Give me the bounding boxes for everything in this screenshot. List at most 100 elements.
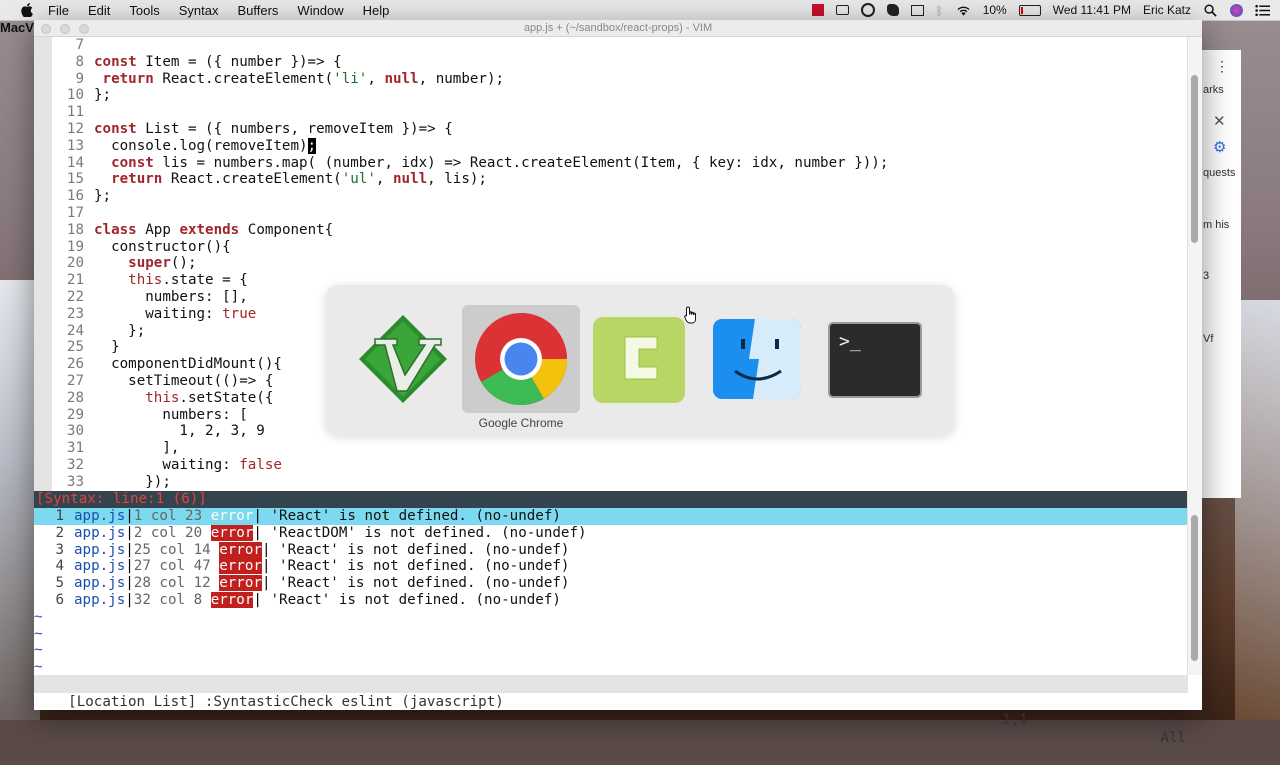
code-text: constructor(){ — [94, 238, 231, 255]
code-line[interactable]: 8 const Item = ({ number })=> { — [34, 53, 1188, 71]
code-line[interactable]: 16}; — [34, 188, 1188, 205]
line-number: 9 — [75, 70, 84, 87]
empty-line-tilde: ~ — [34, 642, 43, 659]
statusline-left: [Location List] :SyntasticCheck eslint (… — [68, 694, 504, 710]
terminal-icon: >_ — [828, 322, 922, 398]
sign-column — [34, 389, 52, 407]
terminal-prompt: >_ — [839, 331, 861, 352]
line-number: 32 — [66, 456, 84, 473]
line-number: 19 — [66, 238, 84, 255]
battery-icon[interactable] — [1018, 4, 1041, 16]
code-line[interactable]: 20 super(); — [34, 255, 1188, 273]
code-text: class App extends Component{ — [94, 221, 334, 238]
line-number: 23 — [66, 305, 84, 322]
screen-icon[interactable] — [835, 5, 849, 15]
switcher-app-chrome[interactable] — [462, 305, 580, 413]
line-number: 31 — [66, 440, 84, 457]
location-list-item[interactable]: 4 app.js|27 col 47 error| 'React' is not … — [34, 558, 1188, 575]
line-number: 14 — [66, 154, 84, 171]
scrollbar-thumb-lower[interactable] — [1191, 515, 1198, 661]
switcher-app-terminal[interactable]: >_ — [816, 305, 934, 413]
scrollbar[interactable] — [1187, 37, 1202, 675]
sign-column — [34, 154, 52, 172]
switcher-app-camtasia[interactable] — [580, 305, 698, 413]
location-list-item[interactable]: 1 app.js|1 col 23 error| 'React' is not d… — [34, 508, 1188, 525]
line-number: 18 — [66, 221, 84, 238]
sign-column — [34, 372, 52, 390]
sign-column — [34, 322, 52, 340]
clock[interactable]: Wed 11:41 PM — [1053, 3, 1131, 17]
code-line[interactable]: 18 class App extends Component{ — [34, 221, 1188, 239]
minimize-window-button[interactable] — [60, 24, 70, 34]
error-location: 27 col 47 — [133, 558, 211, 575]
zoom-window-button[interactable] — [79, 24, 89, 34]
gear-icon[interactable]: ⚙ — [1213, 138, 1251, 156]
evernote-icon[interactable] — [886, 4, 899, 16]
code-line[interactable]: 9 return React.createElement('li', null,… — [34, 70, 1188, 88]
code-line[interactable]: 15 return React.createElement('ul', null… — [34, 171, 1188, 189]
menu-window[interactable]: Window — [297, 3, 343, 18]
sign-column — [34, 272, 52, 289]
code-text: } — [94, 339, 120, 356]
location-list-item[interactable]: 5 app.js|28 col 12 error| 'React' is not … — [34, 575, 1188, 592]
line-number: 17 — [66, 204, 84, 221]
line-number: 20 — [66, 255, 84, 272]
menu-file[interactable]: File — [48, 3, 69, 18]
apple-icon[interactable] — [20, 3, 34, 17]
menu-edit[interactable]: Edit — [88, 3, 110, 18]
code-line[interactable]: 33 }); — [34, 473, 1188, 491]
sign-column — [34, 204, 52, 222]
notification-center-icon[interactable] — [1255, 4, 1270, 17]
location-list[interactable]: 1 app.js|1 col 23 error| 'React' is not d… — [34, 508, 1188, 676]
code-line[interactable]: 11 — [34, 104, 1188, 121]
code-line[interactable]: 19 constructor(){ — [34, 238, 1188, 256]
text-cursor: ; — [307, 137, 317, 154]
code-line[interactable]: 14 const lis = numbers.map( (number, idx… — [34, 154, 1188, 172]
list-index: 1 — [55, 508, 64, 524]
spotlight-search-icon[interactable] — [1203, 3, 1218, 17]
code-line[interactable]: 32 waiting: false — [34, 456, 1188, 474]
code-line[interactable]: 13 console.log(removeItem); — [34, 137, 1188, 155]
line-number: 22 — [66, 288, 84, 305]
code-line[interactable]: 17 — [34, 204, 1188, 222]
code-text: }; — [94, 87, 112, 104]
menu-syntax[interactable]: Syntax — [179, 3, 219, 18]
user-name[interactable]: Eric Katz — [1143, 3, 1191, 17]
sign-column — [34, 305, 52, 323]
switcher-app-vim[interactable] — [344, 305, 462, 413]
switcher-selected-label: Google Chrome — [478, 416, 564, 430]
code-text: return React.createElement('li', null, n… — [102, 70, 505, 87]
wifi-icon[interactable] — [956, 4, 971, 17]
error-message: 'React' is not defined. (no-undef) — [270, 558, 570, 575]
location-list-item[interactable]: 3 app.js|25 col 14 error| 'React' is not … — [34, 541, 1188, 559]
switcher-app-finder[interactable] — [698, 305, 816, 413]
code-text: }); — [94, 473, 171, 490]
creative-cloud-icon[interactable] — [860, 3, 875, 17]
siri-icon[interactable] — [1230, 3, 1243, 17]
code-text: }; — [94, 188, 112, 205]
background-browser-window[interactable]: ⋮ arks ✕ ⚙ quests m his 3 Vf — [1198, 50, 1241, 498]
close-icon[interactable]: ✕ — [1213, 112, 1251, 130]
code-line[interactable]: 10}; — [34, 87, 1188, 105]
menu-tools[interactable]: Tools — [129, 3, 159, 18]
close-window-button[interactable] — [41, 24, 51, 34]
scrollbar-thumb-upper[interactable] — [1191, 75, 1198, 243]
record-icon[interactable] — [811, 4, 824, 16]
code-line[interactable]: 12 const List = ({ numbers, removeItem })… — [34, 120, 1188, 138]
code-text: setTimeout(()=> { — [94, 372, 274, 389]
code-text: return React.createElement('ul', null, l… — [111, 171, 487, 188]
code-line[interactable]: 7 — [34, 37, 1188, 54]
location-list-item[interactable]: 2 app.js|2 col 20 error| 'ReactDOM' is no… — [34, 524, 1188, 542]
code-line[interactable]: 31 ], — [34, 440, 1188, 457]
sign-column — [34, 473, 52, 491]
menu-buffers[interactable]: Buffers — [237, 3, 278, 18]
location-list-item[interactable]: 6 app.js|32 col 8 error| 'React' is not d… — [34, 591, 1188, 609]
airplay-icon[interactable] — [910, 4, 924, 16]
bluetooth-icon[interactable]: ᛒ — [936, 4, 944, 18]
status-menus: ᛒ 10% Wed 11:41 PM Eric Katz — [811, 0, 1270, 20]
more-icon[interactable]: ⋮ — [1215, 58, 1253, 75]
empty-line-tilde: ~ — [34, 659, 43, 676]
menu-help[interactable]: Help — [363, 3, 390, 18]
code-text: numbers: [], — [94, 288, 248, 305]
file-name: app.js — [74, 508, 126, 524]
